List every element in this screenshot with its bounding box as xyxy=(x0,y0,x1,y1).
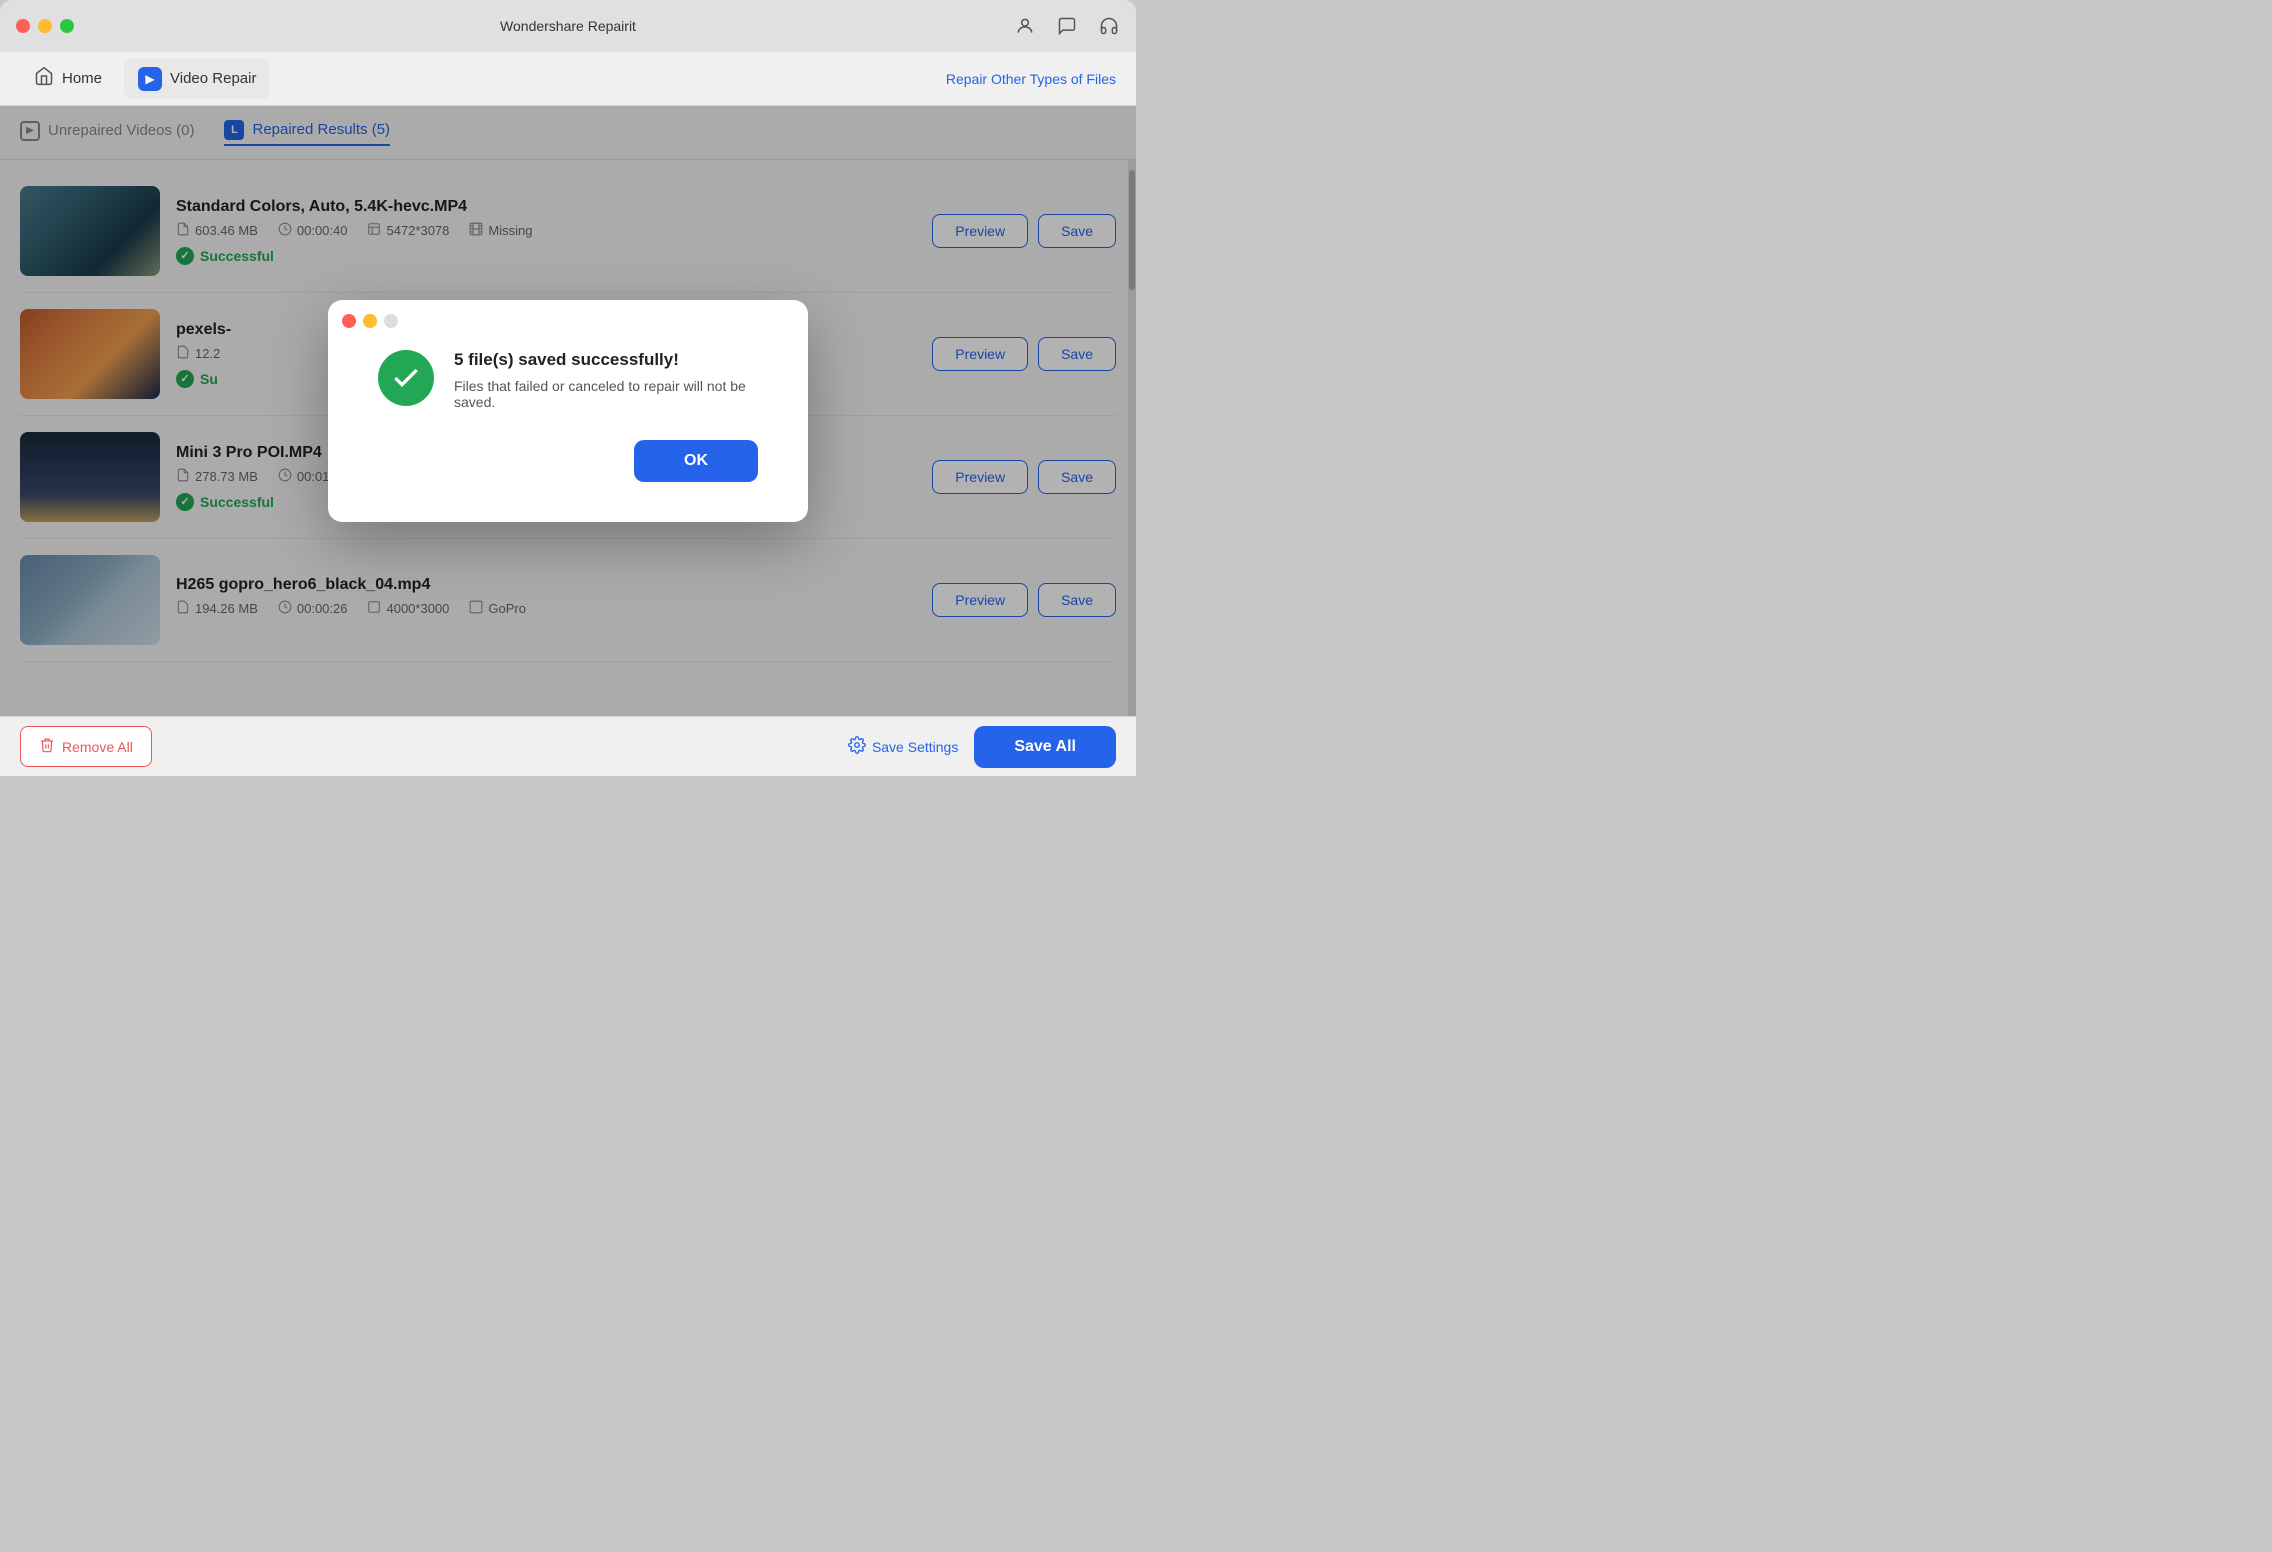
app-title: Wondershare Repairit xyxy=(500,18,636,34)
modal-window-controls xyxy=(342,314,398,328)
title-bar-actions xyxy=(1014,15,1120,37)
remove-all-label: Remove All xyxy=(62,739,133,755)
nav-home[interactable]: Home xyxy=(20,58,116,99)
nav-video-repair[interactable]: ▶ Video Repair xyxy=(124,59,270,99)
content-area: ▶ Unrepaired Videos (0) L Repaired Resul… xyxy=(0,106,1136,716)
modal-dialog: 5 file(s) saved successfully! Files that… xyxy=(328,300,808,522)
modal-actions: OK xyxy=(378,440,758,482)
remove-all-button[interactable]: Remove All xyxy=(20,726,152,767)
home-icon xyxy=(34,66,54,91)
bottom-right: Save Settings Save All xyxy=(848,726,1116,768)
title-bar: Wondershare Repairit xyxy=(0,0,1136,52)
trash-icon xyxy=(39,737,55,756)
maximize-button[interactable] xyxy=(60,19,74,33)
modal-body: 5 file(s) saved successfully! Files that… xyxy=(378,350,758,410)
minimize-button[interactable] xyxy=(38,19,52,33)
window-controls xyxy=(16,19,74,33)
save-all-button[interactable]: Save All xyxy=(974,726,1116,768)
repair-other-link[interactable]: Repair Other Types of Files xyxy=(946,71,1116,87)
modal-text: 5 file(s) saved successfully! Files that… xyxy=(454,350,758,410)
save-settings-label: Save Settings xyxy=(872,739,958,755)
nav-home-label: Home xyxy=(62,70,102,87)
chat-icon[interactable] xyxy=(1056,15,1078,37)
save-settings-button[interactable]: Save Settings xyxy=(848,736,958,757)
nav-bar: Home ▶ Video Repair Repair Other Types o… xyxy=(0,52,1136,106)
user-icon[interactable] xyxy=(1014,15,1036,37)
ok-button[interactable]: OK xyxy=(634,440,758,482)
modal-overlay: 5 file(s) saved successfully! Files that… xyxy=(0,106,1136,716)
bottom-bar: Remove All Save Settings Save All xyxy=(0,716,1136,776)
modal-maximize-button[interactable] xyxy=(384,314,398,328)
modal-minimize-button[interactable] xyxy=(363,314,377,328)
nav-items: Home ▶ Video Repair xyxy=(20,58,270,99)
nav-video-repair-label: Video Repair xyxy=(170,70,256,87)
modal-success-icon xyxy=(378,350,434,406)
settings-icon xyxy=(848,736,866,757)
modal-message: Files that failed or canceled to repair … xyxy=(454,378,758,410)
modal-title: 5 file(s) saved successfully! xyxy=(454,350,758,370)
modal-close-button[interactable] xyxy=(342,314,356,328)
video-repair-icon: ▶ xyxy=(138,67,162,91)
close-button[interactable] xyxy=(16,19,30,33)
headset-icon[interactable] xyxy=(1098,15,1120,37)
